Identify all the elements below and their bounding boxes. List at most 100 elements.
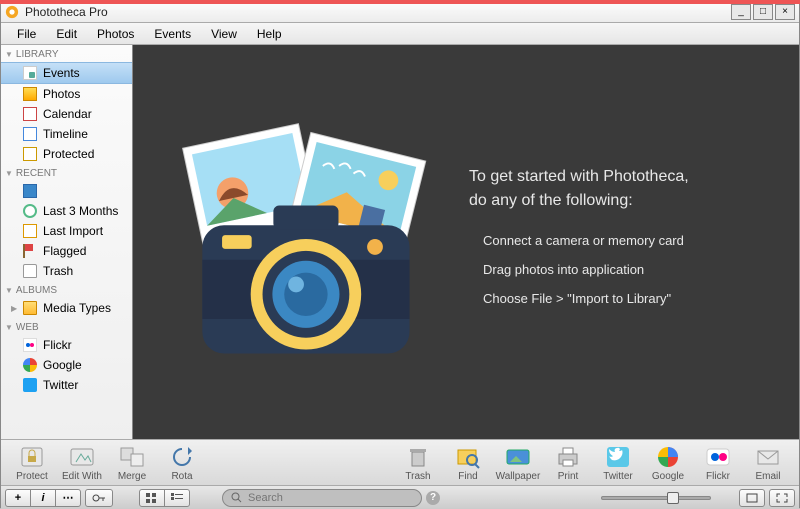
add-button[interactable]: + [5,489,31,507]
menu-help[interactable]: Help [247,25,292,43]
single-view-button[interactable] [739,489,765,507]
recent-icon [23,184,37,198]
get-started-panel: To get started with Phototheca, do any o… [469,165,779,320]
sidebar-item-mediatypes[interactable]: ▶Media Types [1,298,132,318]
app-icon [5,5,19,19]
twitter-tool-icon [604,444,632,470]
tool-editwith[interactable]: Edit With [59,444,105,482]
get-started-step-3: Choose File > "Import to Library" [469,291,779,306]
tool-trash[interactable]: Trash [395,444,441,482]
find-tool-icon [454,444,482,470]
folder-icon [23,301,37,315]
chevron-down-icon: ▼ [5,50,13,59]
titlebar: Phototheca Pro _ □ × [1,1,799,23]
search-icon [231,492,242,503]
list-view-button[interactable] [164,489,190,507]
maximize-button[interactable]: □ [753,4,773,20]
section-albums[interactable]: ▼ALBUMS [1,281,132,298]
app-title: Phototheca Pro [25,5,729,19]
merge-tool-icon [118,444,146,470]
tool-google[interactable]: Google [645,444,691,482]
timeline-icon [23,127,37,141]
tool-twitter[interactable]: Twitter [595,444,641,482]
grid-icon [146,493,158,503]
events-icon [23,66,37,80]
sidebar-item-flickr[interactable]: Flickr [1,335,132,355]
section-library[interactable]: ▼LIBRARY [1,45,132,62]
sidebar-item-trash[interactable]: Trash [1,261,132,281]
sidebar-item-flagged[interactable]: Flagged [1,241,132,261]
trash-icon [23,264,37,278]
rotate-tool-icon [168,444,196,470]
key-icon [92,493,106,503]
email-tool-icon [754,444,782,470]
sidebar-item-timeline[interactable]: Timeline [1,124,132,144]
tool-find[interactable]: Find [445,444,491,482]
photos-icon [23,87,37,101]
lastimport-icon [23,224,37,238]
tool-wallpaper[interactable]: Wallpaper [495,444,541,482]
chevron-down-icon: ▼ [5,323,13,332]
bottombar: + i ⋯ ? [1,485,799,509]
get-started-step-2: Drag photos into application [469,262,779,277]
info-button[interactable]: i [30,489,56,507]
protect-tool-icon [18,444,46,470]
flickr-icon [23,338,37,352]
fullscreen-button[interactable] [769,489,795,507]
get-started-heading-l1: To get started with Phototheca, [469,165,779,189]
help-button[interactable]: ? [426,491,440,505]
protected-icon [23,147,37,161]
menu-file[interactable]: File [7,25,46,43]
menubar: File Edit Photos Events View Help [1,23,799,45]
google-icon [23,358,37,372]
trash-tool-icon [404,444,432,470]
tool-rotate[interactable]: Rota [159,444,205,482]
key-button[interactable] [85,489,113,507]
list-icon [171,493,183,503]
sidebar-item-events[interactable]: Events [1,62,132,84]
calendar-icon [23,107,37,121]
tool-email[interactable]: Email [745,444,791,482]
single-icon [746,493,758,503]
sidebar: ▼LIBRARY Events Photos Calendar Timeline… [1,45,133,439]
chevron-down-icon: ▼ [5,286,13,295]
minimize-button[interactable]: _ [731,4,751,20]
tool-print[interactable]: Print [545,444,591,482]
menu-photos[interactable]: Photos [87,25,144,43]
flag-icon [23,244,37,258]
zoom-thumb[interactable] [667,492,679,504]
section-recent[interactable]: ▼RECENT [1,164,132,181]
grid-view-button[interactable] [139,489,165,507]
flickr-tool-icon [704,444,732,470]
tool-flickr[interactable]: Flickr [695,444,741,482]
tool-protect[interactable]: Protect [9,444,55,482]
sidebar-item-twitter[interactable]: Twitter [1,375,132,395]
close-button[interactable]: × [775,4,795,20]
fullscreen-icon [776,493,788,503]
clock-icon [23,204,37,218]
print-tool-icon [554,444,582,470]
section-web[interactable]: ▼WEB [1,318,132,335]
editwith-tool-icon [68,444,96,470]
chevron-down-icon: ▼ [5,169,13,178]
sidebar-item-calendar[interactable]: Calendar [1,104,132,124]
twitter-icon [23,378,37,392]
sidebar-item-last3months[interactable]: Last 3 Months [1,201,132,221]
zoom-slider[interactable] [601,496,711,500]
wallpaper-tool-icon [504,444,532,470]
menu-edit[interactable]: Edit [46,25,87,43]
more-button[interactable]: ⋯ [55,489,81,507]
sidebar-item-google[interactable]: Google [1,355,132,375]
toolbar: Protect Edit With Merge Rota Trash Find … [1,439,799,485]
google-tool-icon [654,444,682,470]
search-input[interactable] [248,492,413,504]
tool-merge[interactable]: Merge [109,444,155,482]
sidebar-item-recent[interactable] [1,181,132,201]
sidebar-item-protected[interactable]: Protected [1,144,132,164]
menu-view[interactable]: View [201,25,247,43]
chevron-right-icon: ▶ [11,304,17,313]
sidebar-item-photos[interactable]: Photos [1,84,132,104]
search-box[interactable] [222,489,422,507]
menu-events[interactable]: Events [144,25,201,43]
sidebar-item-lastimport[interactable]: Last Import [1,221,132,241]
